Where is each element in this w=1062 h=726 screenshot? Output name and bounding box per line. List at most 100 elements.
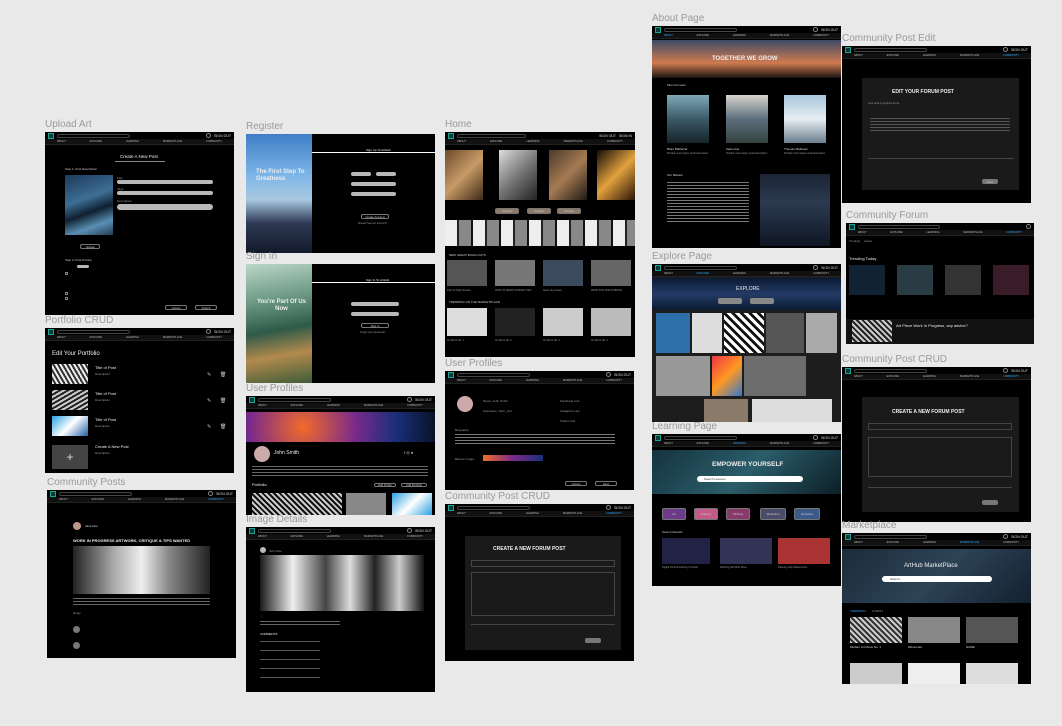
avatar-icon[interactable] [206, 329, 212, 334]
cancel-button[interactable]: Cancel [165, 305, 187, 310]
cancel-button[interactable]: Cancel [565, 481, 587, 486]
forum-card[interactable] [993, 265, 1029, 295]
nav-community[interactable]: Community [208, 498, 224, 501]
nav-learning[interactable]: Learning [327, 535, 340, 538]
avatar-icon[interactable] [1026, 224, 1031, 229]
banner-preview[interactable] [483, 455, 543, 461]
gallery-image[interactable] [499, 150, 537, 200]
market-item-image[interactable] [495, 308, 535, 336]
edit-profile-button[interactable]: Edit Profile [374, 483, 396, 487]
search-input[interactable] [57, 329, 130, 334]
logo-icon[interactable] [655, 434, 661, 441]
lesson-thumb[interactable] [662, 538, 710, 564]
submit-button[interactable] [982, 500, 998, 505]
market-item-image[interactable] [591, 308, 631, 336]
card-image[interactable] [447, 260, 487, 286]
filter-chip[interactable] [718, 298, 742, 304]
body-input[interactable] [868, 437, 1012, 477]
nav-explore[interactable]: Explore [90, 140, 102, 143]
email-input[interactable] [351, 182, 396, 186]
logo-icon[interactable] [655, 264, 661, 271]
filter-chip[interactable]: Abstract [495, 208, 519, 214]
search-input[interactable] [258, 397, 331, 402]
nav-learning[interactable]: Learning [128, 498, 141, 501]
signout-button[interactable]: SIGN OUT [415, 529, 432, 533]
gallery-image[interactable] [806, 313, 837, 353]
search-input[interactable] [57, 133, 130, 138]
filter-chip[interactable]: Surreal [557, 208, 581, 214]
nav-about[interactable]: About [57, 336, 66, 339]
reply-button[interactable]: Reply [73, 611, 81, 615]
nav-marketplace[interactable]: Marketplace [960, 54, 979, 57]
nav-learning[interactable]: Learning [733, 272, 746, 275]
gallery-image[interactable] [766, 313, 804, 353]
edit-icon[interactable]: ✎ [207, 424, 211, 430]
instagram-link[interactable]: Instagram Link [560, 409, 580, 413]
market-item-image[interactable] [447, 308, 487, 336]
nav-community[interactable]: Community [407, 404, 423, 407]
checkbox[interactable] [65, 297, 68, 300]
create-account-button[interactable]: Create Account [361, 214, 389, 219]
portfolio-image[interactable] [392, 493, 432, 515]
nav-about[interactable]: About [457, 379, 466, 382]
tab-latest[interactable]: LATEST [872, 609, 883, 613]
nav-explore[interactable]: Explore [291, 535, 303, 538]
signout-button[interactable]: SIGN OUT [821, 266, 838, 270]
signin-link[interactable]: Already have an account? [358, 222, 387, 225]
title-input[interactable] [471, 560, 615, 567]
gallery-image[interactable] [597, 150, 635, 200]
signout-button[interactable]: SIGN OUT [216, 492, 233, 496]
nav-marketplace[interactable]: Marketplace [770, 442, 789, 445]
nav-marketplace[interactable]: Marketplace [960, 541, 979, 544]
nav-explore[interactable]: Explore [890, 231, 902, 234]
email-input[interactable] [351, 302, 399, 306]
nav-learning[interactable]: Learning [126, 140, 139, 143]
nav-explore[interactable]: Explore [90, 336, 102, 339]
lesson-thumb[interactable] [778, 538, 830, 564]
logo-icon[interactable] [448, 371, 454, 378]
category-animation[interactable]: Animation [794, 508, 820, 520]
search-input[interactable] [258, 528, 331, 533]
add-portfolio-button[interactable]: Add Portfolio [401, 483, 427, 487]
signout-button[interactable]: SIGN OUT [214, 330, 231, 334]
logo-icon[interactable] [48, 328, 54, 335]
post-body-field[interactable] [870, 118, 1010, 132]
author-name[interactable]: Jane Doe [85, 524, 98, 528]
avatar-icon[interactable] [407, 528, 413, 533]
category-art[interactable]: Art [662, 508, 686, 520]
forgot-link[interactable]: Forgot your password? [360, 331, 386, 334]
filter-chip[interactable] [750, 298, 774, 304]
nav-marketplace[interactable]: Marketplace [770, 272, 789, 275]
nav-marketplace[interactable]: Marketplace [163, 336, 182, 339]
upload-button[interactable]: Upload [80, 244, 100, 249]
avatar-icon[interactable] [813, 265, 819, 270]
category-painting[interactable]: Painting [726, 508, 750, 520]
desc-input[interactable] [117, 204, 213, 210]
avatar-icon[interactable] [1003, 534, 1009, 539]
heart-icon[interactable]: ♡ [260, 615, 263, 619]
nav-about[interactable]: About [457, 140, 466, 143]
gallery-image[interactable] [744, 356, 806, 396]
portfolio-image[interactable] [252, 493, 342, 515]
forum-card[interactable] [897, 265, 933, 295]
gallery-image[interactable] [724, 313, 764, 353]
title-input[interactable] [117, 180, 213, 184]
market-item-image[interactable] [850, 617, 902, 643]
nav-learning[interactable]: Learning [526, 379, 539, 382]
search-input[interactable] [854, 47, 927, 52]
logo-icon[interactable] [448, 504, 454, 511]
logo-icon[interactable] [845, 367, 851, 374]
signout-button[interactable]: SIGN OUT [614, 373, 631, 377]
logo-icon[interactable] [845, 533, 851, 540]
post-title-field[interactable]: Cool work in progress #1 art [868, 102, 899, 105]
gallery-image[interactable] [656, 356, 710, 396]
nav-community[interactable]: Community [1003, 375, 1019, 378]
nav-marketplace[interactable]: Marketplace [963, 231, 982, 234]
checkbox[interactable] [65, 292, 68, 295]
tags-input[interactable] [117, 191, 213, 195]
nav-marketplace[interactable]: Marketplace [563, 512, 582, 515]
avatar-icon[interactable] [208, 491, 214, 496]
lesson-thumb[interactable] [720, 538, 772, 564]
twitter-link[interactable]: Twitter Link [560, 419, 575, 423]
search-input[interactable] [59, 491, 132, 496]
